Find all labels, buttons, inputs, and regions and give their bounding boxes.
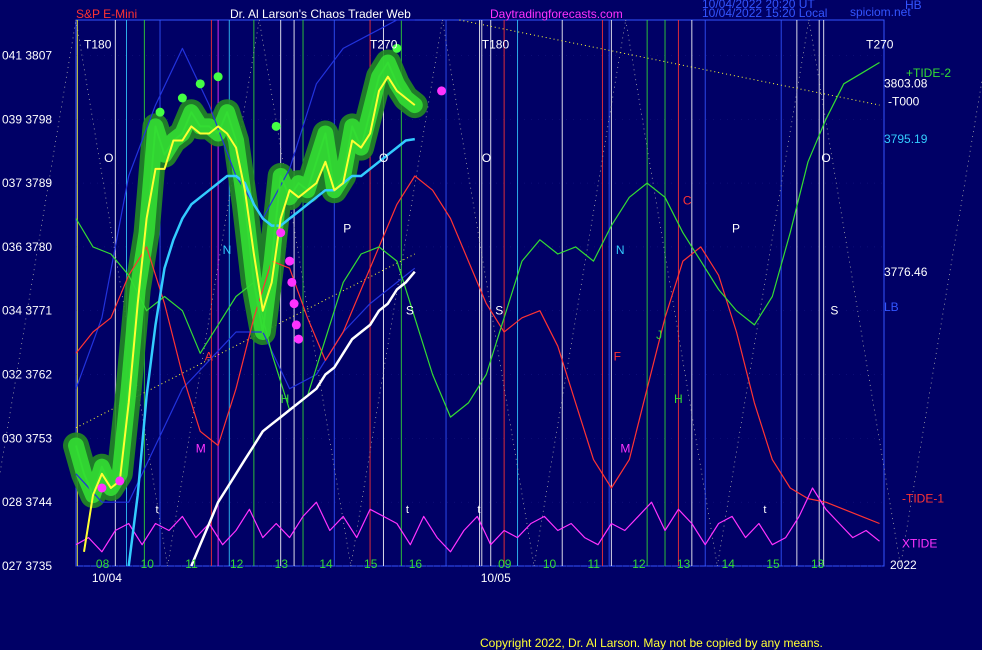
planet-label: J <box>656 328 662 342</box>
magenta-dot <box>289 299 299 309</box>
header-center: Dr. Al Larson's Chaos Trader Web <box>230 7 411 21</box>
planet-label: M <box>620 442 630 456</box>
planet-label: H <box>281 392 290 406</box>
x-tick-label: 08 <box>96 557 110 571</box>
phase-label: T180 <box>84 37 112 51</box>
x-tick-label: 09 <box>498 557 512 571</box>
date-label: 10/04 <box>92 571 122 585</box>
green-dot <box>177 93 187 103</box>
y-tick-label: 036 3780 <box>2 240 52 254</box>
x-tick-label: 10 <box>141 557 155 571</box>
magenta-dot <box>97 483 107 493</box>
magenta-dot <box>276 228 286 238</box>
header-site-link[interactable]: Daytradingforecasts.com <box>490 7 623 21</box>
x-tick-label: 14 <box>722 557 736 571</box>
magenta-dot <box>285 256 295 266</box>
right-edge-label: 3795.19 <box>884 132 928 146</box>
planet-label: P <box>732 222 740 236</box>
planet-label: O <box>821 151 830 165</box>
x-tick-label: 15 <box>766 557 780 571</box>
phase-label: T180 <box>482 37 510 51</box>
planet-label: A <box>205 349 213 363</box>
x-tick-label: 13 <box>275 557 289 571</box>
planet-label: P <box>343 222 351 236</box>
x-tick-label: 11 <box>185 557 198 571</box>
hb-label: HB <box>905 0 922 12</box>
right-edge-label: -T000 <box>888 95 920 109</box>
right-edge-label: 3803.08 <box>884 76 928 90</box>
tide-tick-label: t <box>477 504 480 516</box>
x-tick-label: 11 <box>588 557 601 571</box>
planet-label: H <box>674 392 683 406</box>
x-tick-label: 12 <box>632 557 646 571</box>
x-tick-label: 13 <box>677 557 691 571</box>
planet-label: M <box>196 442 206 456</box>
y-tick-label: 027 3735 <box>2 559 52 573</box>
x-tick-label: 14 <box>319 557 333 571</box>
x-tick-label: 15 <box>364 557 378 571</box>
magenta-dot <box>115 476 125 486</box>
tide-tick-label: t <box>763 504 766 516</box>
planet-label: S <box>406 303 414 317</box>
phase-label: T270 <box>866 37 894 51</box>
right-edge-label: LB <box>884 300 899 314</box>
header-right: spiciom.net <box>850 5 911 19</box>
planet-label: O <box>379 151 388 165</box>
phase-label: T270 <box>370 37 398 51</box>
planet-label: S <box>830 303 838 317</box>
y-tick-label: 034 3771 <box>2 304 52 318</box>
magenta-dot <box>294 334 304 344</box>
y-tick-label: 030 3753 <box>2 431 52 445</box>
y-tick-label: 028 3744 <box>2 495 52 509</box>
planet-label: C <box>683 193 692 207</box>
copyright-footer: Copyright 2022, Dr. Al Larson. May not b… <box>480 636 823 650</box>
right-edge-label: -TIDE-1 <box>902 492 944 506</box>
chart: 041 3807 039 3798 037 3789 036 3780 034 3771… <box>0 0 982 650</box>
y-tick-label: 032 3762 <box>2 368 52 382</box>
y-tick-label: 039 3798 <box>2 112 52 126</box>
tide-tick-label: t <box>156 504 159 516</box>
planet-label: N <box>223 243 232 257</box>
magenta-dot <box>287 277 297 287</box>
header-left: S&P E-Mini <box>76 7 137 21</box>
y-tick-label: 041 3807 <box>2 48 52 62</box>
right-edge-label: XTIDE <box>902 536 937 550</box>
date-label: 10/05 <box>481 571 511 585</box>
x-tick-label: 10 <box>543 557 557 571</box>
green-dot <box>271 121 281 131</box>
planet-label: O <box>482 151 491 165</box>
x-tick-label: 12 <box>230 557 244 571</box>
tide-tick-label: t <box>406 504 409 516</box>
planet-label: F <box>614 349 621 363</box>
green-dot <box>213 72 223 82</box>
year-label: 2022 <box>890 558 917 572</box>
y-tick-label: 037 3789 <box>2 176 52 190</box>
x-tick-label: 13 <box>811 557 825 571</box>
header-stamp-local: 10/04/2022 15:20 Local <box>702 6 827 20</box>
magenta-dot <box>291 320 301 330</box>
planet-label: S <box>495 303 503 317</box>
green-dot <box>195 79 205 89</box>
green-dot <box>155 107 165 117</box>
right-edge-label: 3776.46 <box>884 265 928 279</box>
planet-label: N <box>616 243 625 257</box>
magenta-dot <box>437 86 447 96</box>
planet-label: O <box>104 151 113 165</box>
x-tick-label: 16 <box>409 557 423 571</box>
